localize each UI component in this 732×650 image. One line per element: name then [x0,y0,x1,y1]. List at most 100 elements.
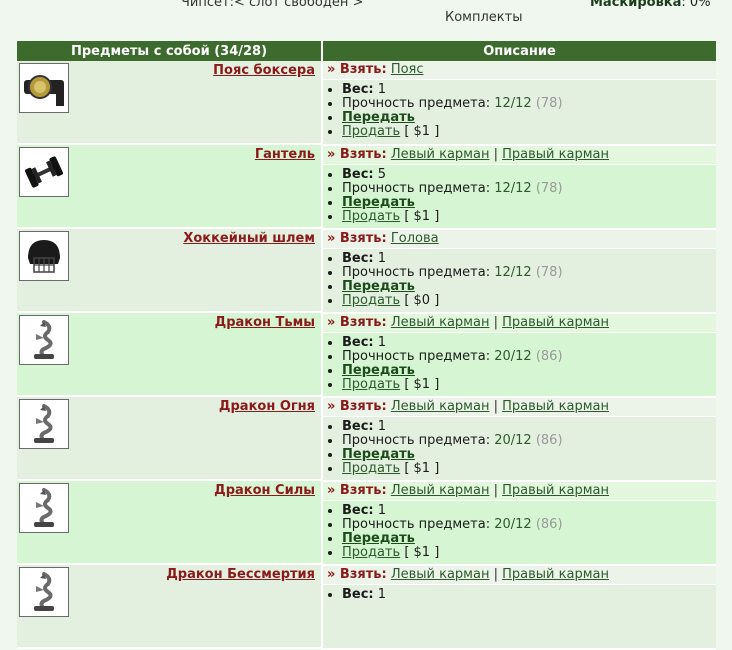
chipset-value: < слот свободен > [233,0,364,10]
item-name-link[interactable]: Гантель [255,147,315,162]
weight-value: 1 [377,587,387,602]
durability-value: 20/12 [494,517,532,532]
item-summary: Гантель [17,145,321,229]
sell-property: Продать [ $1 ] [342,210,716,224]
durability-value: 20/12 [494,433,532,448]
give-link[interactable]: Передать [342,447,415,462]
sell-price: [ $1 ] [404,124,440,140]
equip-slot-link[interactable]: Правый карман [502,147,609,162]
item-name-link[interactable]: Хоккейный шлем [183,231,315,246]
equip-slot-link[interactable]: Правый карман [502,567,609,582]
take-label: » Взять: [327,483,387,498]
give-link[interactable]: Передать [342,279,415,294]
properties-list: Вес: 5Прочность предмета: 12/12 (78)Пере… [323,165,716,224]
item-name-link[interactable]: Дракон Силы [214,483,315,498]
weight-property: Вес: 1 [342,252,716,266]
durability-label: Прочность предмета: [342,96,491,112]
durability-value: 12/12 [494,96,532,112]
sell-link[interactable]: Продать [342,545,400,560]
item-name-link[interactable]: Пояс боксера [213,63,315,78]
durability-max: (78) [535,265,563,280]
item-properties: Вес: 1Прочность предмета: 20/12 (86)Пере… [322,416,716,482]
sell-link[interactable]: Продать [342,293,400,308]
item-properties: Вес: 1Прочность предмета: 20/12 (86)Пере… [322,332,716,398]
properties-list: Вес: 1Прочность предмета: 20/12 (86)Пере… [323,417,716,476]
sell-link[interactable]: Продать [342,209,400,224]
weight-property: Вес: 1 [342,336,716,350]
slot-separator: | [493,147,498,162]
sell-link[interactable]: Продать [342,124,400,139]
weight-property: Вес: 1 [342,83,716,97]
kits-link[interactable]: Комплекты [445,10,523,25]
give-link[interactable]: Передать [342,195,415,210]
item-summary: Пояс боксера [17,61,321,145]
give-link[interactable]: Передать [342,363,415,378]
dumbbell-icon[interactable] [19,147,69,197]
dragon-statue-icon[interactable] [19,315,69,365]
slot-separator: | [493,399,498,414]
boxer-belt-icon[interactable] [19,63,69,113]
item-row: Пояс боксера » Взять: Пояс [17,61,716,145]
item-summary: Дракон Огня [17,397,321,481]
item-summary: Дракон Бессмертия [17,565,321,649]
item-cell: Дракон Бессмертия [17,565,323,649]
durability-property: Прочность предмета: 20/12 (86) [342,350,716,364]
sell-link[interactable]: Продать [342,461,400,476]
durability-max: (86) [535,349,563,364]
weight-label: Вес: [342,167,374,182]
item-summary: Дракон Тьмы [17,313,321,397]
take-slots: » Взять: Левый карман | Правый карман [322,313,716,333]
equip-slot-link[interactable]: Левый карман [391,315,490,330]
weight-value: 1 [377,251,387,266]
dragon-statue-icon[interactable] [19,399,69,449]
slot-separator: | [493,315,498,330]
durability-label: Прочность предмета: [342,265,491,280]
equip-slot-link[interactable]: Правый карман [502,399,609,414]
take-slots: » Взять: Голова [322,229,716,249]
give-link[interactable]: Передать [342,531,415,546]
item-cell: Гантель [17,145,323,229]
equip-slot-link[interactable]: Левый карман [391,567,490,582]
item-name-link[interactable]: Дракон Тьмы [215,315,315,330]
chipset-status: Чипсет:< слот свободен > [181,0,363,10]
properties-list: Вес: 1 [323,585,716,602]
equip-slot-link[interactable]: Левый карман [391,483,490,498]
equip-slot-link[interactable]: Левый карман [391,399,490,414]
chipset-label: Чипсет: [181,0,234,10]
item-row: Дракон Бессмертия » Взять: Левый карман |… [17,565,716,649]
mask-value: : 0% [681,0,711,10]
mask-label: Маскировка [590,0,682,10]
give-link[interactable]: Передать [342,110,415,125]
hockey-helmet-icon[interactable] [19,231,69,281]
durability-max: (86) [535,433,563,448]
item-cell: Дракон Силы [17,481,323,565]
sell-property: Продать [ $1 ] [342,546,716,560]
give-property: Передать [342,448,716,462]
equip-slot-link[interactable]: Правый карман [502,315,609,330]
durability-value: 12/12 [494,265,532,280]
take-label: » Взять: [327,231,387,246]
take-slots: » Взять: Левый карман | Правый карман [322,481,716,501]
durability-property: Прочность предмета: 12/12 (78) [342,182,716,196]
equip-slot-link[interactable]: Пояс [391,62,424,77]
equip-slot-link[interactable]: Левый карман [391,147,490,162]
item-summary: Хоккейный шлем [17,229,321,313]
weight-value: 1 [377,419,387,434]
items-column-header: Предметы с собой (34/28) [17,41,323,61]
equip-slot-link[interactable]: Голова [391,231,439,246]
sell-price: [ $1 ] [404,461,440,476]
sell-price: [ $1 ] [404,377,440,392]
inventory-header-row: Предметы с собой (34/28) Описание [17,41,716,61]
sell-price: [ $1 ] [404,545,440,560]
dragon-statue-icon[interactable] [19,483,69,533]
mask-status: Маскировка: 0% [590,0,711,10]
equip-slot-link[interactable]: Правый карман [502,483,609,498]
item-name-link[interactable]: Дракон Огня [219,399,315,414]
weight-value: 1 [377,82,387,98]
give-property: Передать [342,111,716,125]
sell-link[interactable]: Продать [342,377,400,392]
item-cell: Пояс боксера [17,61,323,145]
item-properties: Вес: 1 [322,584,716,650]
dragon-statue-icon[interactable] [19,567,69,617]
item-name-link[interactable]: Дракон Бессмертия [166,567,315,582]
